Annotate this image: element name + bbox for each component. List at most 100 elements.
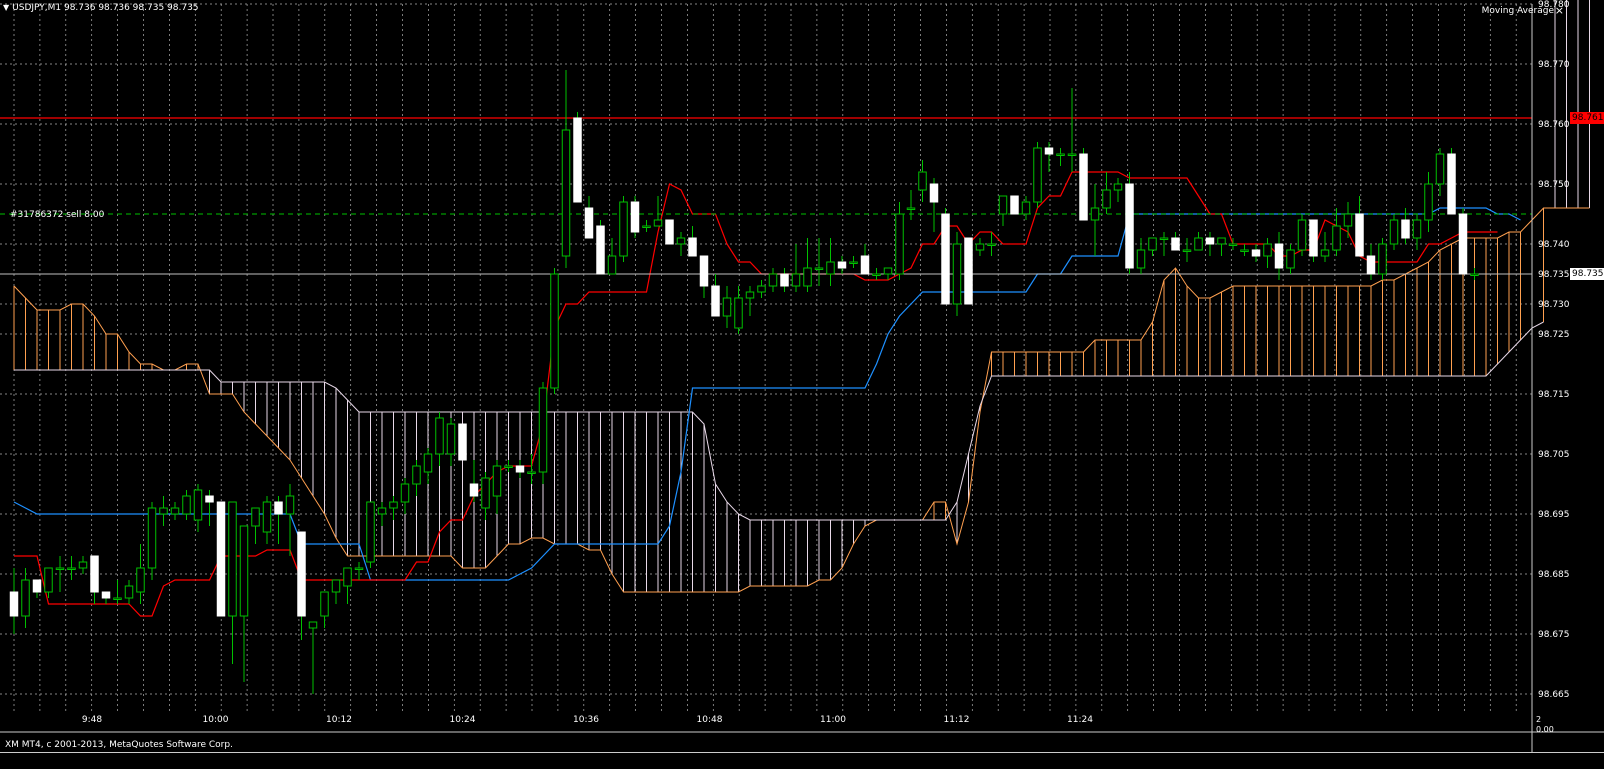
bull-candle-body <box>975 243 985 251</box>
senkou-span-a-line <box>13 207 1590 593</box>
bull-candle-body <box>768 273 778 287</box>
bull-candle-body <box>55 567 65 570</box>
bull-candle-body <box>331 579 341 593</box>
close-icon[interactable]: × <box>1555 5 1564 16</box>
bear-candle-body <box>780 273 789 287</box>
bear-candle-body <box>1447 153 1456 215</box>
bull-candle-body <box>159 507 168 515</box>
bull-candle-body <box>1424 183 1433 221</box>
bull-candle-body <box>285 495 295 515</box>
ichimoku-cloud <box>13 0 1590 593</box>
bull-candle-body <box>1389 219 1399 245</box>
bull-candle-body <box>1159 237 1169 240</box>
time-tick-label: 10:36 <box>573 715 599 725</box>
triangle-down-icon[interactable]: ▼ <box>3 2 9 13</box>
bull-candle-body <box>228 501 237 617</box>
bull-candle-body <box>320 591 329 617</box>
bull-candle-body <box>136 567 145 593</box>
price-tick-label: 98.665 <box>1538 690 1570 700</box>
bull-candle-body <box>1217 237 1226 245</box>
price-tick-label: 98.730 <box>1538 300 1570 310</box>
bull-candle-body <box>734 297 743 329</box>
bull-candle-body <box>745 291 755 299</box>
symbol-header: ▼ USDJPY,M1 98.736 98.736 98.735 98.735 <box>3 2 199 14</box>
bull-candle-body <box>423 453 433 473</box>
bear-candle-body <box>1205 237 1215 245</box>
price-tick-label: 98.705 <box>1538 450 1570 460</box>
price-tick-label: 98.770 <box>1538 60 1570 70</box>
bull-candle-body <box>1056 153 1065 156</box>
bull-candle-body <box>1470 273 1479 276</box>
bull-candle-body <box>182 495 191 515</box>
bull-candle-body <box>757 285 766 293</box>
bull-candle-body <box>124 585 134 599</box>
price-chart[interactable]: 98.78098.77098.76098.75098.74098.73598.7… <box>0 0 1604 768</box>
bull-candle-body <box>1412 219 1422 239</box>
price-tick-label: 98.675 <box>1538 630 1570 640</box>
bear-candle-body <box>1171 237 1180 251</box>
bull-candle-body <box>872 273 881 276</box>
bull-candle-body <box>1136 249 1146 269</box>
bull-candle-body <box>1090 207 1100 221</box>
bear-candle-body <box>596 225 605 275</box>
bull-candle-body <box>251 507 260 527</box>
bull-candle-body <box>538 387 548 473</box>
bear-candle-body <box>584 207 594 239</box>
bull-candle-body <box>895 213 904 275</box>
bull-candle-body <box>918 171 927 191</box>
bull-candle-body <box>1343 213 1353 227</box>
bear-candle-body <box>688 237 697 257</box>
price-tick-label: 98.695 <box>1538 510 1570 520</box>
bull-candle-body <box>803 267 812 287</box>
bull-candle-body <box>1228 243 1238 246</box>
bull-candle-body <box>998 195 1008 215</box>
bull-candle-body <box>1320 249 1330 257</box>
bull-candle-body <box>366 501 375 563</box>
bull-candle-body <box>722 297 732 317</box>
bear-candle-body <box>964 237 973 305</box>
bull-candle-body <box>1102 189 1111 209</box>
bull-candle-body <box>21 579 30 617</box>
bear-candle-body <box>837 261 847 269</box>
indicator-label[interactable]: Moving Average <box>1482 6 1554 17</box>
bear-candle-body <box>630 201 640 233</box>
bull-candle-body <box>814 267 824 270</box>
bull-candle-body <box>193 489 203 521</box>
bull-candle-body <box>354 567 364 570</box>
bull-candle-body <box>550 273 559 389</box>
trade-order-label[interactable]: #31786372 sell 8.00 <box>10 210 104 221</box>
bull-candle-body <box>1113 183 1123 191</box>
bear-candle-body <box>458 423 467 461</box>
bull-candle-body <box>1194 237 1203 251</box>
bull-candle-body <box>653 219 663 227</box>
bull-candle-body <box>113 597 122 600</box>
bull-candle-body <box>400 483 410 503</box>
bull-candle-body <box>78 561 88 569</box>
bull-candle-body <box>561 129 571 257</box>
time-tick-label: 10:00 <box>203 715 229 725</box>
bull-candle-body <box>1263 243 1272 257</box>
bull-candle-body <box>239 525 249 617</box>
time-tick-label: 11:24 <box>1067 715 1093 725</box>
bull-candle-body <box>906 207 916 210</box>
bull-candle-body <box>67 567 76 570</box>
bull-candle-body <box>642 225 651 228</box>
senkou-span-b-line <box>14 321 1544 521</box>
symbol-quote: USDJPY,M1 98.736 98.736 98.735 98.735 <box>12 3 199 13</box>
bear-candle-body <box>1044 147 1054 155</box>
bull-candle-body <box>147 507 157 569</box>
red-level-price-tag: 98.761 <box>1570 112 1604 124</box>
bear-candle-body <box>1401 219 1410 239</box>
time-tick-label: 11:00 <box>820 715 846 725</box>
bull-candle-body <box>1067 153 1077 156</box>
bull-candle-body <box>262 501 272 533</box>
time-tick-label: 9:48 <box>82 715 102 725</box>
bear-candle-body <box>665 219 674 245</box>
price-tick-label: 98.715 <box>1538 390 1570 400</box>
bull-candle-body <box>389 501 398 509</box>
price-tick-label: 98.760 <box>1538 120 1570 130</box>
bear-candle-body <box>216 501 226 617</box>
bear-candle-body <box>941 213 950 305</box>
bear-candle-body <box>1010 195 1019 215</box>
bull-candle-body <box>952 243 962 305</box>
